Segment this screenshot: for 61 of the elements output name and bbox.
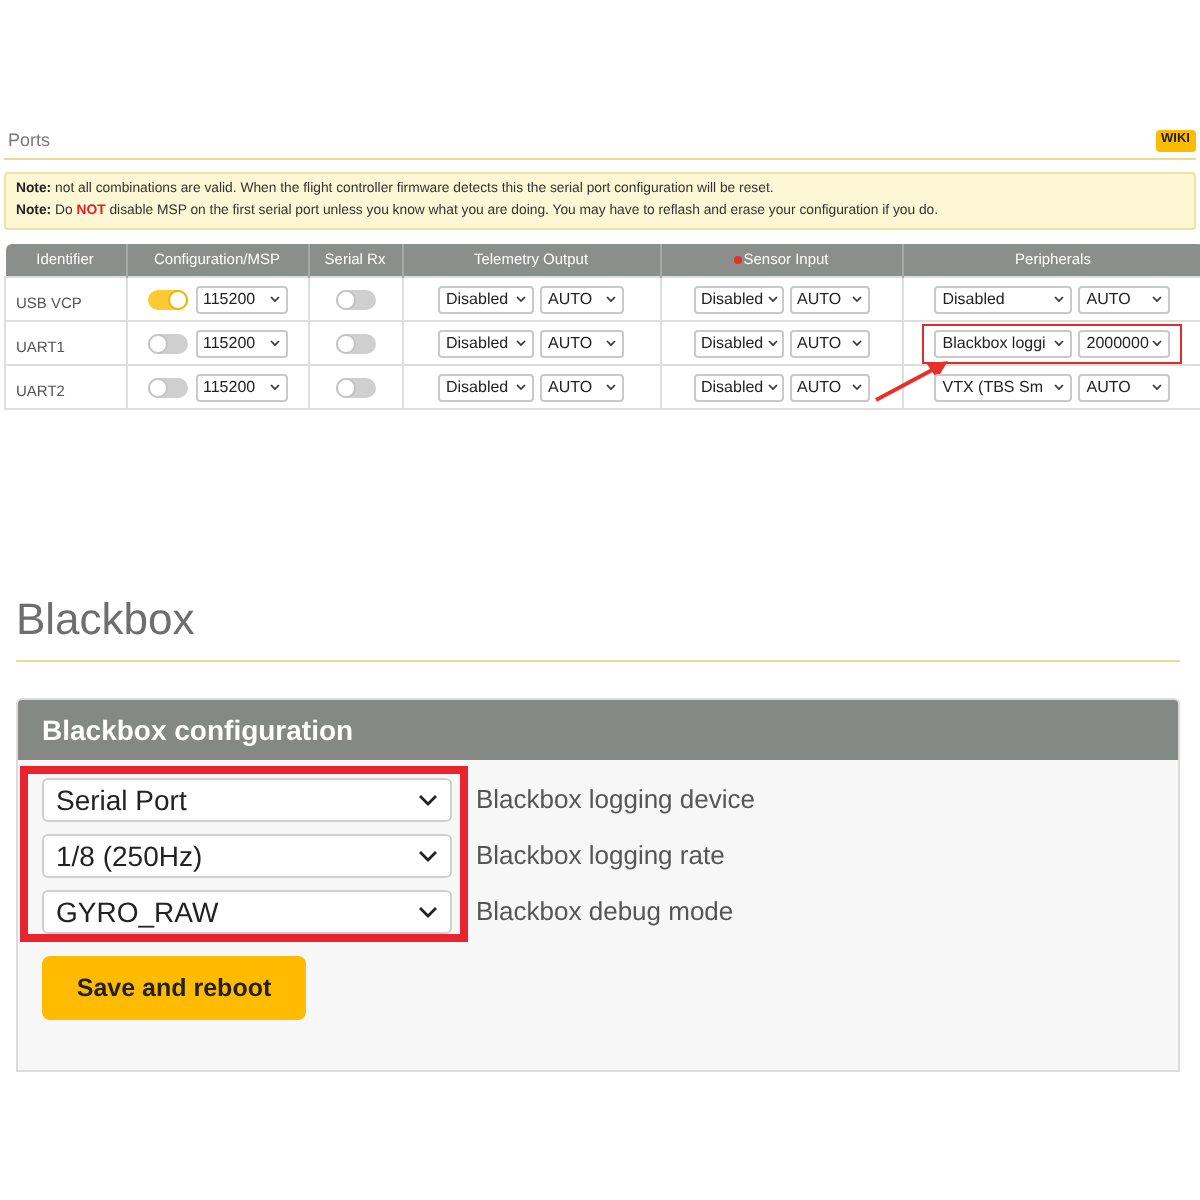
setting-label: Blackbox logging rate (476, 840, 725, 872)
dropdown[interactable]: AUTO (540, 285, 624, 313)
chevron-down-icon (269, 296, 279, 302)
dropdown[interactable]: 1/8 (250Hz) (42, 834, 452, 878)
chevron-down-icon (1054, 340, 1065, 346)
chevron-down-icon (606, 296, 616, 302)
toggle-switch[interactable] (335, 333, 375, 353)
dropdown[interactable]: AUTO (1078, 285, 1171, 313)
chevron-down-icon (767, 384, 778, 390)
chevron-down-icon (269, 340, 279, 346)
dropdown[interactable]: 115200 (195, 285, 287, 313)
chevron-down-icon (606, 340, 616, 346)
dropdown[interactable]: Serial Port (42, 778, 452, 822)
chevron-down-icon (851, 384, 861, 390)
chevron-down-icon (269, 384, 279, 390)
dropdown[interactable]: Disabled (438, 285, 534, 313)
dropdown[interactable]: Blackbox loggi (934, 329, 1073, 357)
chevron-down-icon (516, 340, 526, 346)
panel-header: Blackbox configuration (18, 700, 1178, 760)
dropdown[interactable]: GYRO_RAW (42, 890, 452, 934)
chevron-down-icon (1054, 384, 1065, 390)
chevron-down-icon (418, 794, 438, 806)
chevron-down-icon (606, 384, 616, 390)
dropdown[interactable]: 115200 (195, 373, 287, 401)
dropdown[interactable]: Disabled (934, 285, 1073, 313)
dropdown[interactable]: 2000000 (1078, 329, 1171, 357)
dropdown[interactable]: Disabled (438, 329, 534, 357)
toggle-switch[interactable] (147, 333, 187, 353)
dropdown[interactable]: AUTO (789, 329, 869, 357)
chevron-down-icon (516, 384, 526, 390)
dropdown[interactable]: VTX (TBS Sm (934, 373, 1073, 401)
toggle-switch[interactable] (147, 289, 187, 309)
chevron-down-icon (767, 296, 778, 302)
chevron-down-icon (418, 850, 438, 862)
toggle-switch[interactable] (335, 377, 375, 397)
section-title: Ports (8, 130, 51, 150)
dropdown[interactable]: Disabled (693, 285, 783, 313)
chevron-down-icon (851, 296, 861, 302)
setting-label: Blackbox debug mode (476, 896, 734, 928)
dropdown[interactable]: AUTO (1078, 373, 1171, 401)
dropdown[interactable]: 115200 (195, 329, 287, 357)
dropdown[interactable]: AUTO (789, 373, 869, 401)
dropdown[interactable]: AUTO (540, 329, 624, 357)
toggle-switch[interactable] (335, 289, 375, 309)
dropdown[interactable]: AUTO (789, 285, 869, 313)
chevron-down-icon (1152, 296, 1163, 302)
chevron-down-icon (1152, 384, 1163, 390)
chevron-down-icon (516, 296, 526, 302)
chevron-down-icon (767, 340, 778, 346)
dropdown[interactable]: Disabled (693, 373, 783, 401)
setting-label: Blackbox logging device (476, 784, 755, 816)
chevron-down-icon (1152, 340, 1163, 346)
section-title: Blackbox (16, 594, 195, 646)
save-button[interactable]: Save and reboot (42, 956, 306, 1020)
chevron-down-icon (418, 906, 438, 918)
dropdown[interactable]: AUTO (540, 373, 624, 401)
toggle-switch[interactable] (147, 377, 187, 397)
chevron-down-icon (851, 340, 861, 346)
chevron-down-icon (1054, 296, 1065, 302)
dropdown[interactable]: Disabled (693, 329, 783, 357)
dropdown[interactable]: Disabled (438, 373, 534, 401)
